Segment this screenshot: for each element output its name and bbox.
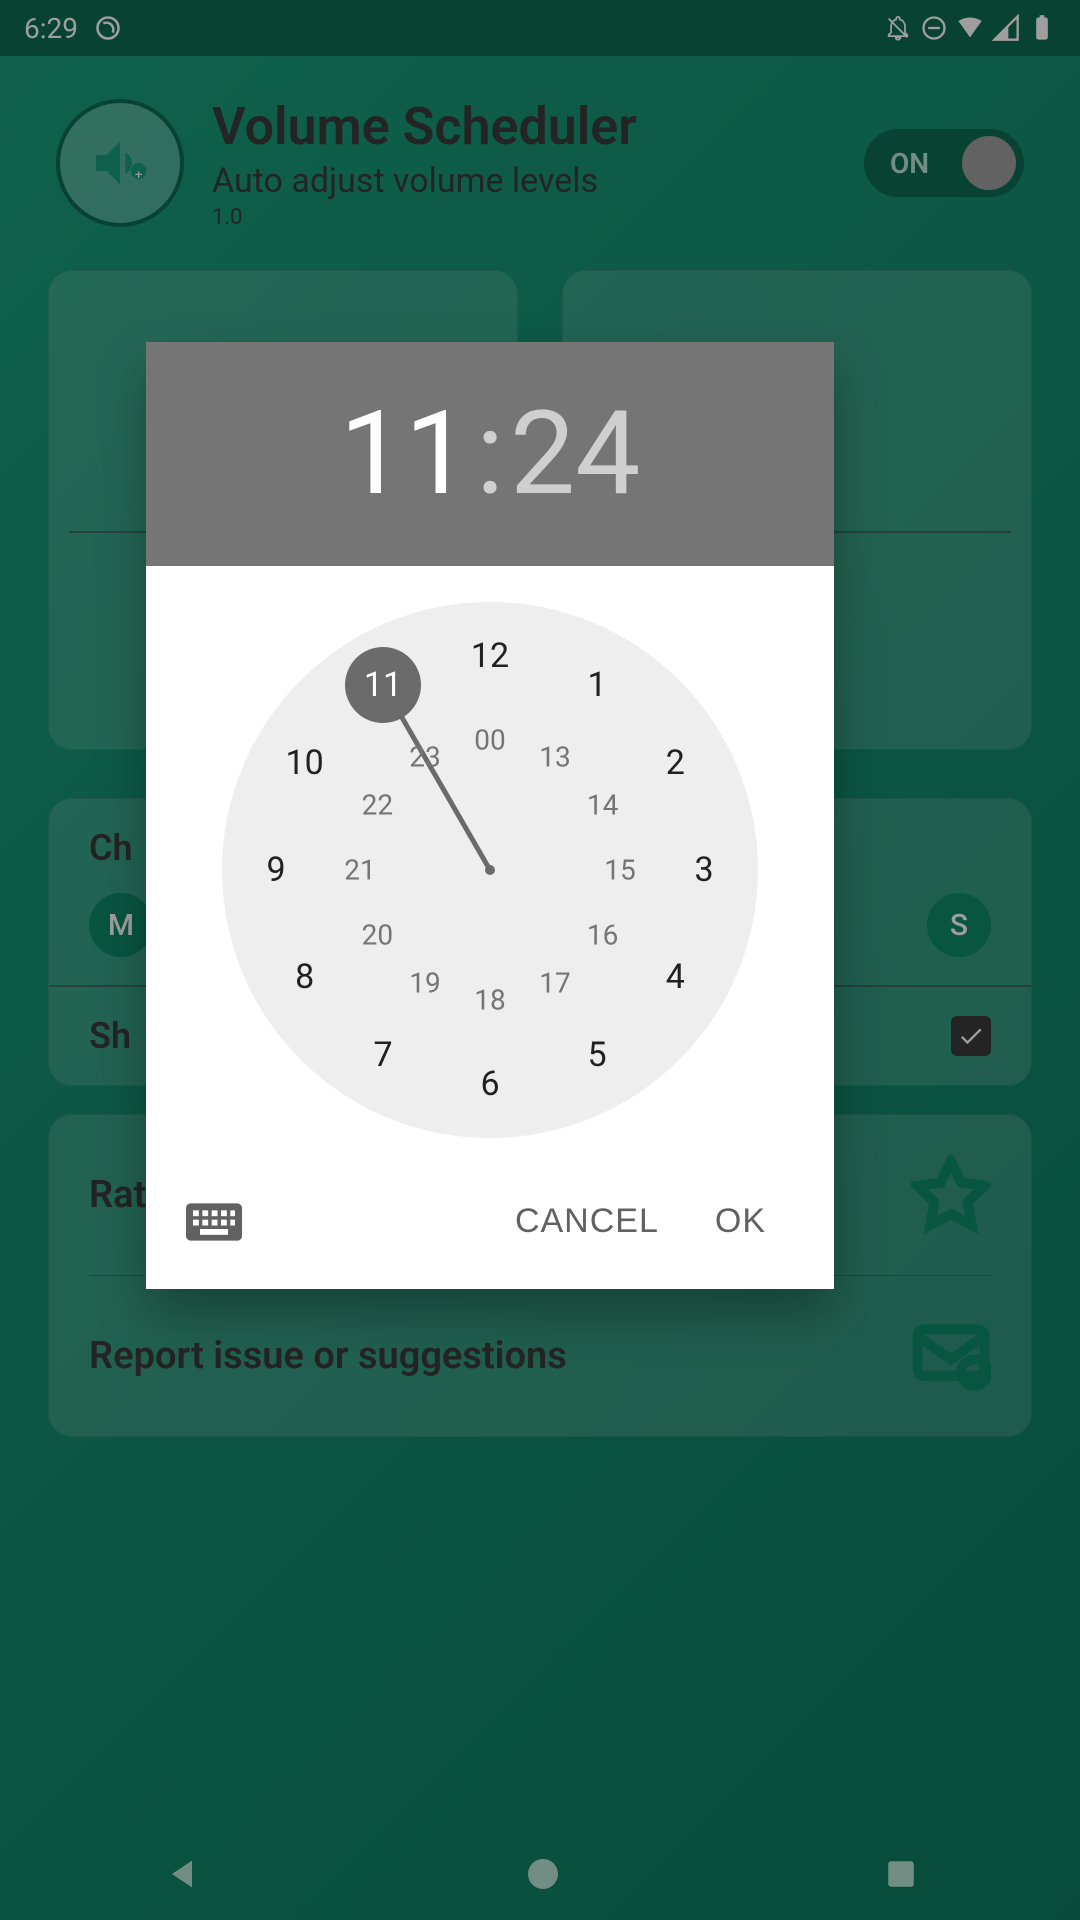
picker-minute[interactable]: 24 [510, 386, 640, 522]
hour-9[interactable]: 9 [266, 850, 285, 890]
hour-00[interactable]: 00 [474, 724, 505, 757]
clock-center [485, 865, 495, 875]
hour-3[interactable]: 3 [694, 850, 713, 890]
cancel-button[interactable]: CANCEL [487, 1190, 687, 1253]
clock-face[interactable]: 121234567891011001314151617181920212223 [222, 602, 758, 1138]
keyboard-toggle-button[interactable] [186, 1202, 242, 1242]
hour-22[interactable]: 22 [362, 789, 393, 822]
time-picker-header: 11 : 24 [146, 342, 834, 566]
hour-8[interactable]: 8 [295, 957, 314, 997]
picker-colon: : [476, 386, 504, 522]
hour-17[interactable]: 17 [539, 966, 570, 999]
hour-19[interactable]: 19 [409, 966, 440, 999]
hour-20[interactable]: 20 [362, 919, 393, 952]
hour-4[interactable]: 4 [666, 957, 685, 997]
hour-2[interactable]: 2 [666, 743, 685, 783]
keyboard-icon [186, 1202, 242, 1242]
hour-12[interactable]: 12 [471, 636, 509, 676]
clock-hand [388, 696, 492, 872]
hour-10[interactable]: 10 [286, 743, 324, 783]
hour-16[interactable]: 16 [587, 919, 618, 952]
hour-5[interactable]: 5 [587, 1035, 606, 1075]
picker-hour[interactable]: 11 [340, 386, 470, 522]
hour-13[interactable]: 13 [539, 741, 570, 774]
hour-11-selected[interactable]: 11 [345, 647, 421, 723]
hour-14[interactable]: 14 [587, 789, 618, 822]
hour-15[interactable]: 15 [604, 854, 635, 887]
hour-1[interactable]: 1 [587, 665, 606, 705]
hour-21[interactable]: 21 [344, 854, 375, 887]
hour-23[interactable]: 23 [409, 741, 440, 774]
hour-7[interactable]: 7 [373, 1035, 392, 1075]
hour-18[interactable]: 18 [474, 984, 505, 1017]
time-picker-dialog: 11 : 24 12123456789101100131415161718192… [146, 342, 834, 1289]
ok-button[interactable]: OK [687, 1190, 794, 1253]
hour-6[interactable]: 6 [480, 1064, 499, 1104]
